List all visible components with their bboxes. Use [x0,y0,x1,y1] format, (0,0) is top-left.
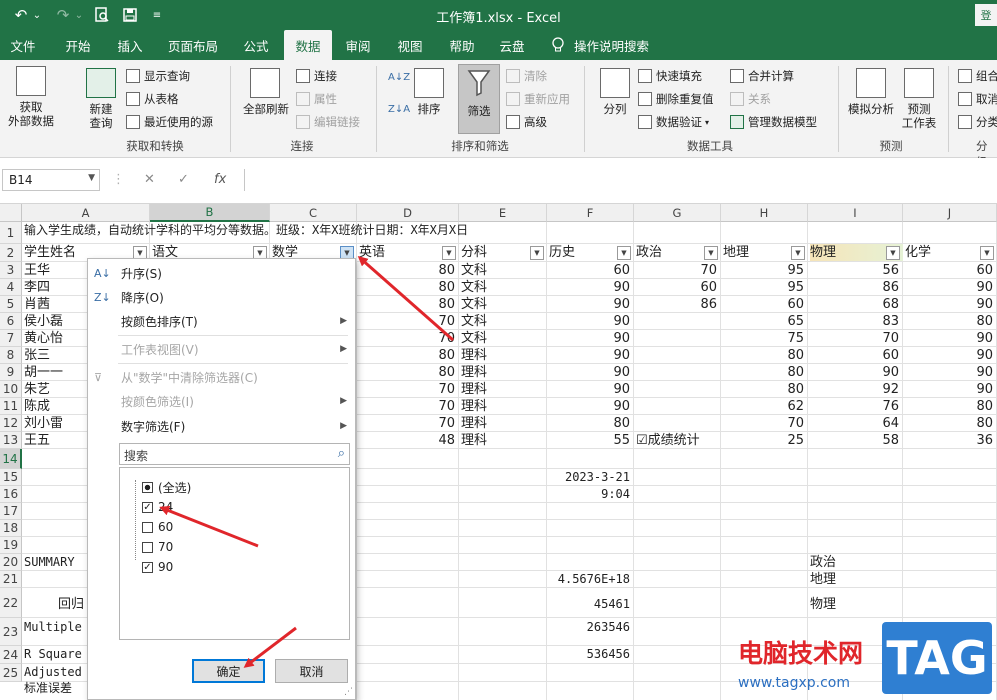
watermark-url: www.tagxp.com [738,675,850,691]
watermark-tag-logo: TAG [882,622,992,694]
arrow-to-checkbox [159,505,259,548]
arrow-to-filter-button [357,256,454,342]
watermark-site-name: 电脑技术网 [738,639,864,668]
annotation-arrows [159,256,454,668]
arrow-to-ok-button [243,626,297,668]
